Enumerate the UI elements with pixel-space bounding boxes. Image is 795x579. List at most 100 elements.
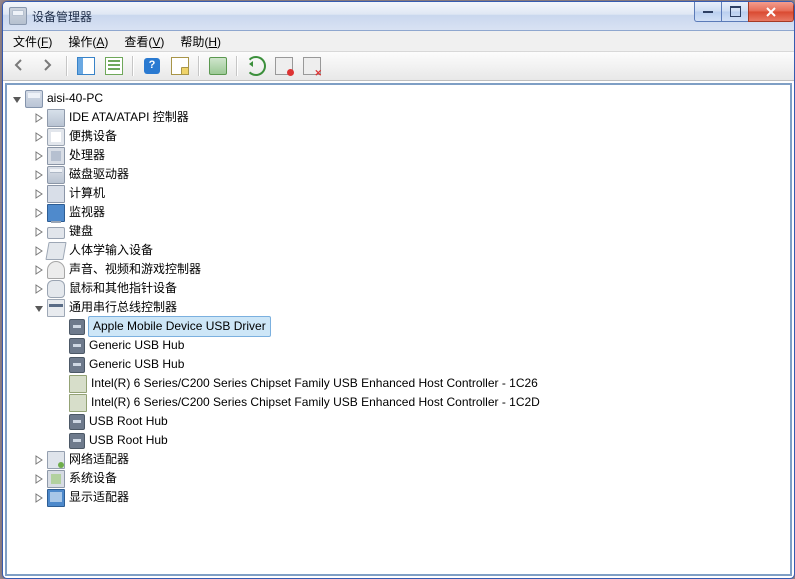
tree-node[interactable]: 磁盘驱动器 [9,165,790,184]
node-label: 计算机 [69,184,105,203]
expand-icon[interactable] [31,184,47,203]
device-icon [47,109,65,127]
uninstall-button[interactable] [299,53,325,79]
tree-panel[interactable]: aisi-40-PCIDE ATA/ATAPI 控制器便携设备处理器磁盘驱动器计… [5,83,792,576]
tree-node[interactable]: USB Root Hub [9,431,790,450]
node-label: 鼠标和其他指针设备 [69,279,177,298]
expand-icon[interactable] [31,450,47,469]
minimize-button[interactable] [694,2,722,22]
maximize-button[interactable] [721,2,749,22]
close-button[interactable] [748,2,794,22]
tree-node[interactable]: Intel(R) 6 Series/C200 Series Chipset Fa… [9,393,790,412]
titlebar[interactable]: 设备管理器 [3,2,794,31]
device-tree: aisi-40-PCIDE ATA/ATAPI 控制器便携设备处理器磁盘驱动器计… [7,85,790,511]
device-icon [47,128,65,146]
expand-icon[interactable] [31,203,47,222]
tree-node[interactable]: 处理器 [9,146,790,165]
show-panel-button[interactable] [73,53,99,79]
tree-node[interactable]: aisi-40-PC [9,89,790,108]
device-icon [45,242,66,260]
toolbar-separator [132,56,134,76]
device-icon [47,489,65,507]
tree-node[interactable]: 便携设备 [9,127,790,146]
tree-node[interactable]: 网络适配器 [9,450,790,469]
tree-node[interactable]: 通用串行总线控制器 [9,298,790,317]
device-icon [47,185,65,203]
tree-node[interactable]: 显示适配器 [9,488,790,507]
expand-icon[interactable] [31,260,47,279]
tree-node[interactable]: Apple Mobile Device USB Driver [9,317,790,336]
show-list-icon [105,57,123,75]
tree-node[interactable]: 键盘 [9,222,790,241]
node-label: 人体学输入设备 [69,241,153,260]
tree-node[interactable]: USB Root Hub [9,412,790,431]
expand-icon[interactable] [31,127,47,146]
node-label: 网络适配器 [69,450,129,469]
tree-node[interactable]: 监视器 [9,203,790,222]
collapse-icon[interactable] [9,89,25,108]
tree-node[interactable]: Intel(R) 6 Series/C200 Series Chipset Fa… [9,374,790,393]
expand-icon[interactable] [31,279,47,298]
toolbar-separator [66,56,68,76]
expand-icon[interactable] [31,488,47,507]
device-icon [47,299,65,317]
device-manager-window: 设备管理器 文件(F)操作(A)查看(V)帮助(H) ? aisi-40-PCI… [2,1,795,579]
expand-icon[interactable] [31,241,47,260]
tree-node[interactable]: 声音、视频和游戏控制器 [9,260,790,279]
tree-node[interactable]: 人体学输入设备 [9,241,790,260]
node-label: 键盘 [69,222,93,241]
node-label: 便携设备 [69,127,117,146]
device-icon [47,451,65,469]
expand-icon[interactable] [31,165,47,184]
show-list-button[interactable] [101,53,127,79]
expand-icon[interactable] [31,469,47,488]
window-controls [695,2,794,22]
disable-button[interactable] [271,53,297,79]
expand-icon[interactable] [31,222,47,241]
toolbar-separator [198,56,200,76]
node-label: USB Root Hub [89,412,168,431]
tree-node[interactable]: Generic USB Hub [9,336,790,355]
node-label: 处理器 [69,146,105,165]
node-label: 系统设备 [69,469,117,488]
help-button[interactable]: ? [139,53,165,79]
tree-node[interactable]: 系统设备 [9,469,790,488]
scan-hardware-button[interactable] [205,53,231,79]
device-icon [47,227,65,239]
expand-icon[interactable] [31,108,47,127]
menu-item[interactable]: 操作(A) [60,31,116,52]
close-icon [766,7,776,17]
help-icon: ? [144,58,160,74]
expand-icon[interactable] [31,146,47,165]
menu-item[interactable]: 帮助(H) [172,31,229,52]
device-icon [69,338,85,354]
properties-button[interactable] [167,53,193,79]
window-title: 设备管理器 [32,8,92,25]
collapse-icon[interactable] [31,298,47,317]
toolbar-separator [236,56,238,76]
node-label: 磁盘驱动器 [69,165,129,184]
scan-hardware-icon [209,57,227,75]
nav-forward-icon [40,58,56,74]
node-label: Generic USB Hub [89,355,184,374]
menu-item[interactable]: 文件(F) [5,31,60,52]
node-label: Intel(R) 6 Series/C200 Series Chipset Fa… [91,393,540,412]
tree-node[interactable]: Generic USB Hub [9,355,790,374]
device-icon [47,280,65,298]
maximize-icon [730,6,741,17]
update-driver-button[interactable] [243,53,269,79]
node-label: 声音、视频和游戏控制器 [69,260,201,279]
device-icon [69,433,85,449]
menu-item[interactable]: 查看(V) [116,31,172,52]
app-icon [9,7,27,25]
update-driver-icon [246,56,266,76]
node-label: aisi-40-PC [47,89,103,108]
node-label: 显示适配器 [69,488,129,507]
node-label: 监视器 [69,203,105,222]
tree-node[interactable]: 鼠标和其他指针设备 [9,279,790,298]
nav-back-button[interactable] [7,53,33,79]
tree-node[interactable]: IDE ATA/ATAPI 控制器 [9,108,790,127]
device-icon [47,147,65,165]
nav-forward-button[interactable] [35,53,61,79]
tree-node[interactable]: 计算机 [9,184,790,203]
